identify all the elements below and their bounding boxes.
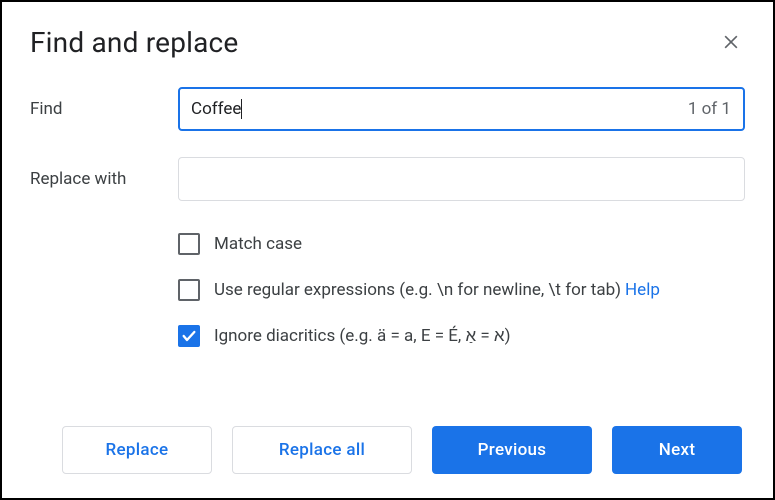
next-button[interactable]: Next bbox=[612, 426, 742, 474]
dialog-title: Find and replace bbox=[30, 26, 238, 59]
close-button[interactable] bbox=[717, 28, 745, 56]
replace-row: Replace with bbox=[30, 157, 745, 201]
find-input-wrap: Coffee 1 of 1 bbox=[178, 87, 745, 131]
find-row: Find Coffee 1 of 1 bbox=[30, 87, 745, 131]
button-row: Replace Replace all Previous Next bbox=[30, 408, 745, 474]
diacritics-label: Ignore diacritics (e.g. ä = a, E = É, א … bbox=[214, 326, 511, 346]
replace-input[interactable] bbox=[178, 157, 745, 201]
regex-row: Use regular expressions (e.g. \n for new… bbox=[178, 279, 745, 301]
close-icon bbox=[721, 32, 741, 52]
match-case-row: Match case bbox=[178, 233, 745, 255]
regex-checkbox[interactable] bbox=[178, 279, 200, 301]
replace-button[interactable]: Replace bbox=[62, 426, 212, 474]
diacritics-row: Ignore diacritics (e.g. ä = a, E = É, א … bbox=[178, 325, 745, 347]
find-replace-dialog: Find and replace Find Coffee 1 of 1 Repl… bbox=[0, 0, 775, 500]
find-label: Find bbox=[30, 99, 178, 119]
replace-all-button[interactable]: Replace all bbox=[232, 426, 412, 474]
previous-button[interactable]: Previous bbox=[432, 426, 592, 474]
replace-input-wrap bbox=[178, 157, 745, 201]
find-input[interactable] bbox=[178, 87, 745, 131]
match-case-label: Match case bbox=[214, 234, 302, 254]
checkmark-icon bbox=[181, 328, 197, 344]
diacritics-checkbox[interactable] bbox=[178, 325, 200, 347]
dialog-header: Find and replace bbox=[30, 26, 745, 59]
match-case-checkbox[interactable] bbox=[178, 233, 200, 255]
replace-label: Replace with bbox=[30, 169, 178, 189]
regex-label: Use regular expressions (e.g. \n for new… bbox=[214, 280, 621, 300]
options-section: Match case Use regular expressions (e.g.… bbox=[178, 233, 745, 371]
regex-help-link[interactable]: Help bbox=[625, 280, 660, 300]
